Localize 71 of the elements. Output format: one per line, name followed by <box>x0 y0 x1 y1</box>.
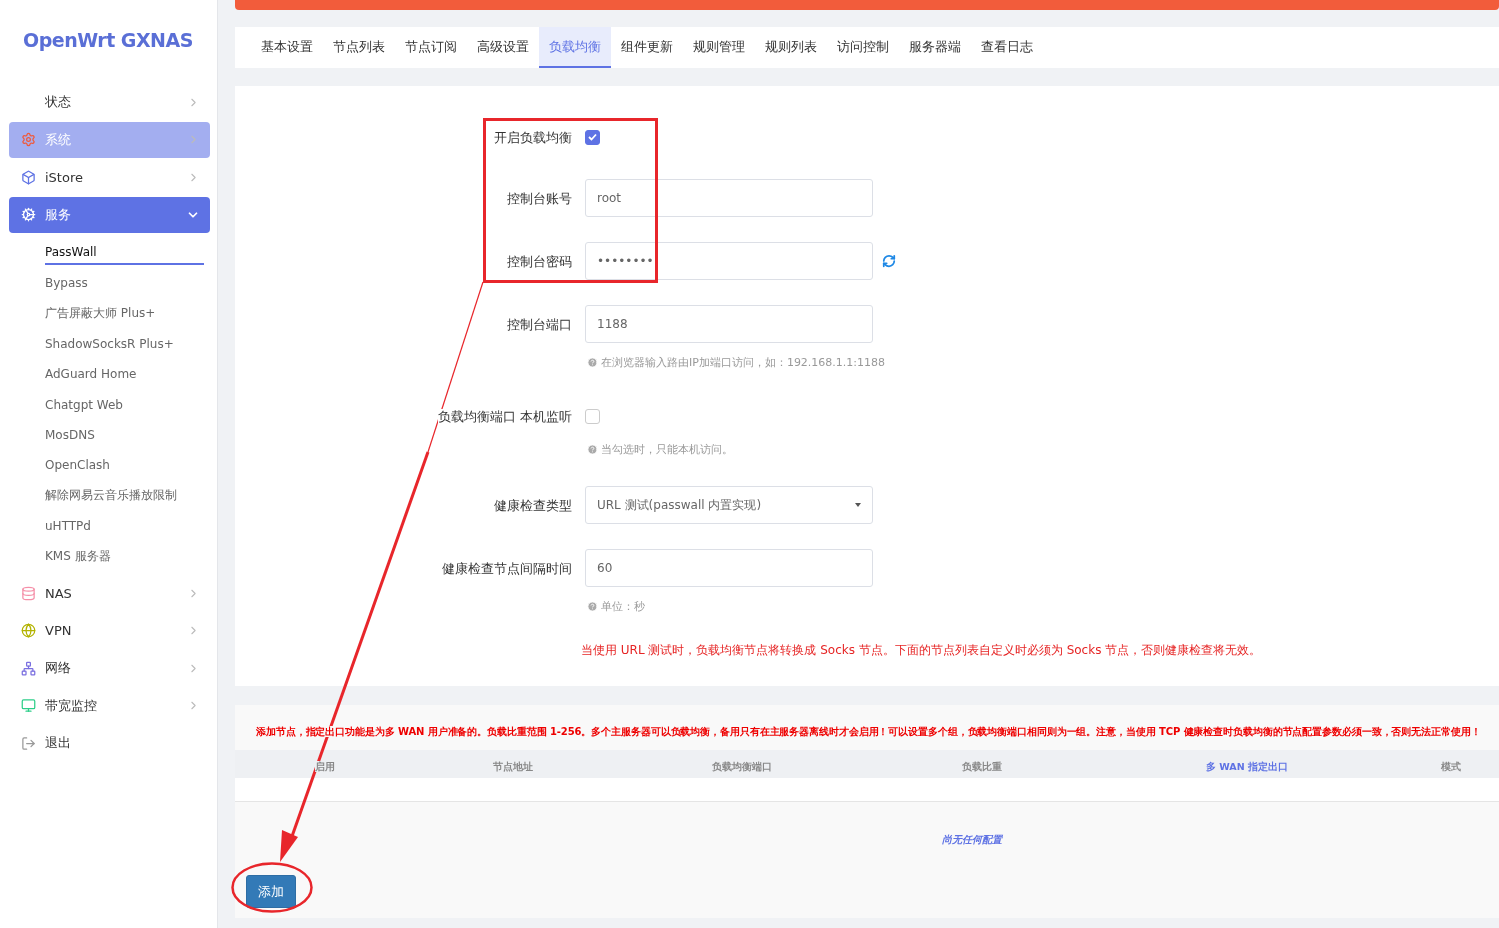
tab[interactable]: 节点列表 <box>323 27 395 68</box>
select-field[interactable]: URL 测试(passwall 内置实现) <box>585 486 873 524</box>
submenu-item[interactable]: uHTTPd <box>45 510 210 541</box>
field-label: 开启负载均衡 <box>494 130 572 145</box>
cube-icon <box>21 169 36 185</box>
text-field[interactable]: 60 <box>585 549 873 587</box>
field-label: 负载均衡端口 本机监听 <box>437 409 572 424</box>
field-label: 健康检查类型 <box>494 498 572 513</box>
field-hint: 单位：秒 <box>587 599 645 614</box>
tab[interactable]: 访问控制 <box>827 27 899 68</box>
password-field[interactable]: •••••••• <box>585 242 873 280</box>
field-hint: 当勾选时，只能本机访问。 <box>587 442 733 457</box>
sidebar-item[interactable]: 退出 <box>9 725 210 762</box>
submenu-item[interactable]: MosDNS <box>45 419 210 451</box>
submenu-item[interactable]: Chatgpt Web <box>45 389 210 420</box>
sidebar-item[interactable]: 服务 <box>9 196 210 233</box>
globe-icon <box>21 623 36 639</box>
text-field[interactable]: root <box>585 179 873 217</box>
warning-text: 当使用 URL 测试时，负载均衡节点将转换成 Socks 节点。下面的节点列表自定义时必须为 Socks 节点，否则健康检查将无效。 <box>581 642 1262 659</box>
checkbox[interactable] <box>585 129 600 145</box>
field-label: 控制台账号 <box>507 191 572 206</box>
sidebar-item[interactable]: 状态 <box>9 84 210 120</box>
submenu-item[interactable]: KMS 服务器 <box>45 540 210 572</box>
field-label: 控制台端口 <box>507 317 572 332</box>
refresh-icon[interactable] <box>882 254 896 268</box>
tab[interactable]: 高级设置 <box>467 27 539 68</box>
help-icon <box>587 444 598 455</box>
field-label: 健康检查节点间隔时间 <box>442 561 572 576</box>
logout-icon <box>21 735 36 751</box>
field-hint: 在浏览器输入路由IP加端口访问，如：192.168.1.1:1188 <box>587 355 886 370</box>
checkbox[interactable] <box>585 408 600 424</box>
tab[interactable]: 负载均衡 <box>539 27 611 68</box>
sidebar-item[interactable]: NAS <box>9 575 210 612</box>
submenu-item[interactable]: AdGuard Home <box>45 359 210 390</box>
help-icon <box>587 601 598 612</box>
submenu-item[interactable]: Bypass <box>45 268 210 299</box>
column-header: 多 WAN 指定出口 <box>1206 760 1288 772</box>
help-icon <box>587 357 598 368</box>
submenu-item[interactable]: 解除网易云音乐播放限制 <box>45 480 210 511</box>
sidebar-item[interactable]: VPN <box>9 612 210 649</box>
caret-icon <box>855 503 861 507</box>
brand-logo: OpenWrt GXNAS <box>23 28 193 53</box>
gears-icon <box>21 207 36 222</box>
empty-message: 尚无任何配置 <box>941 833 1004 847</box>
column-header: 模式 <box>1440 760 1461 772</box>
column-header: 负载均衡端口 <box>712 760 772 772</box>
add-button[interactable]: 添加 <box>246 875 296 908</box>
submenu-item[interactable]: 广告屏蔽大师 Plus+ <box>45 298 210 329</box>
text-field[interactable]: 1188 <box>585 305 873 343</box>
gear-icon <box>21 132 36 147</box>
submenu-item[interactable]: PassWall <box>45 238 210 269</box>
tab[interactable]: 组件更新 <box>611 27 683 68</box>
tab[interactable]: 规则管理 <box>683 27 755 68</box>
tab[interactable]: 规则列表 <box>755 27 827 68</box>
sidebar-item[interactable]: 带宽监控 <box>9 687 210 724</box>
submenu-item[interactable]: OpenClash <box>45 450 210 481</box>
tab[interactable]: 节点订阅 <box>395 27 467 68</box>
sidebar-item[interactable]: 网络 <box>9 650 210 687</box>
tab[interactable]: 查看日志 <box>971 27 1043 68</box>
monitor-icon <box>21 698 36 714</box>
check-icon <box>588 133 597 141</box>
column-header: 节点地址 <box>493 760 533 772</box>
submenu-item[interactable]: ShadowSocksR Plus+ <box>45 328 210 360</box>
network-icon <box>21 660 36 676</box>
column-header: 启用 <box>315 760 335 772</box>
database-icon <box>21 585 36 601</box>
tab[interactable]: 服务器端 <box>899 27 971 68</box>
column-header: 负载比重 <box>962 760 1002 772</box>
field-label: 控制台密码 <box>507 254 572 269</box>
sidebar-item[interactable]: iStore <box>9 159 210 195</box>
tab[interactable]: 基本设置 <box>251 27 323 68</box>
